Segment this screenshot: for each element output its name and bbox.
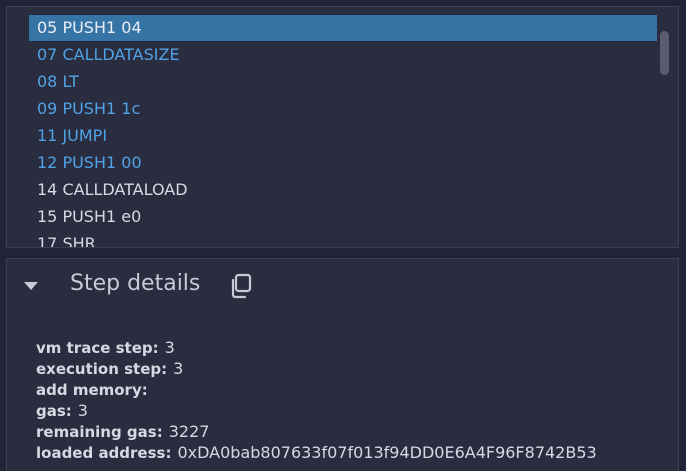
- detail-value: 3227: [168, 422, 210, 441]
- step-details-title[interactable]: Step details: [70, 271, 200, 296]
- copy-icon[interactable]: [229, 273, 253, 299]
- opcode-scrollbar[interactable]: [660, 31, 669, 75]
- opcode-item[interactable]: 09 PUSH1 1c: [29, 95, 657, 122]
- detail-value: 3: [173, 359, 184, 378]
- detail-key: execution step:: [36, 360, 168, 378]
- opcode-item[interactable]: 08 LT: [29, 68, 657, 95]
- detail-row-gas: gas: 3: [36, 400, 597, 421]
- opcode-item[interactable]: 11 JUMPI: [29, 122, 657, 149]
- opcode-item[interactable]: 17 SHR: [29, 230, 657, 247]
- debugger-view: 05 PUSH1 04 07 CALLDATASIZE 08 LT 09 PUS…: [0, 0, 686, 471]
- opcode-item[interactable]: 05 PUSH1 04: [29, 15, 657, 41]
- detail-key: remaining gas:: [36, 423, 163, 441]
- detail-row-remaining-gas: remaining gas: 3227: [36, 421, 597, 442]
- detail-value: 0xDA0bab807633f07f013f94DD0E6A4F96F8742B…: [177, 443, 597, 462]
- opcode-list: 05 PUSH1 04 07 CALLDATASIZE 08 LT 09 PUS…: [29, 15, 657, 247]
- opcode-list-panel: 05 PUSH1 04 07 CALLDATASIZE 08 LT 09 PUS…: [6, 6, 679, 248]
- opcode-item[interactable]: 14 CALLDATALOAD: [29, 176, 657, 203]
- detail-row-loaded-address: loaded address: 0xDA0bab807633f07f013f94D…: [36, 442, 597, 463]
- detail-value: 3: [164, 338, 175, 357]
- opcode-item[interactable]: 15 PUSH1 e0: [29, 203, 657, 230]
- detail-row-add-memory: add memory:: [36, 379, 597, 400]
- detail-value: 3: [77, 401, 88, 420]
- step-details-panel: Step details vm trace step: 3 execution s…: [6, 258, 679, 471]
- collapse-caret-icon[interactable]: [24, 282, 38, 290]
- detail-row-vm-trace-step: vm trace step: 3: [36, 337, 597, 358]
- detail-key: add memory:: [36, 381, 148, 399]
- opcode-item[interactable]: 12 PUSH1 00: [29, 149, 657, 176]
- step-details-body: vm trace step: 3 execution step: 3 add mem…: [36, 337, 597, 463]
- detail-row-execution-step: execution step: 3: [36, 358, 597, 379]
- detail-key: gas:: [36, 402, 72, 420]
- detail-key: loaded address:: [36, 444, 172, 462]
- opcode-item[interactable]: 07 CALLDATASIZE: [29, 41, 657, 68]
- detail-key: vm trace step:: [36, 339, 159, 357]
